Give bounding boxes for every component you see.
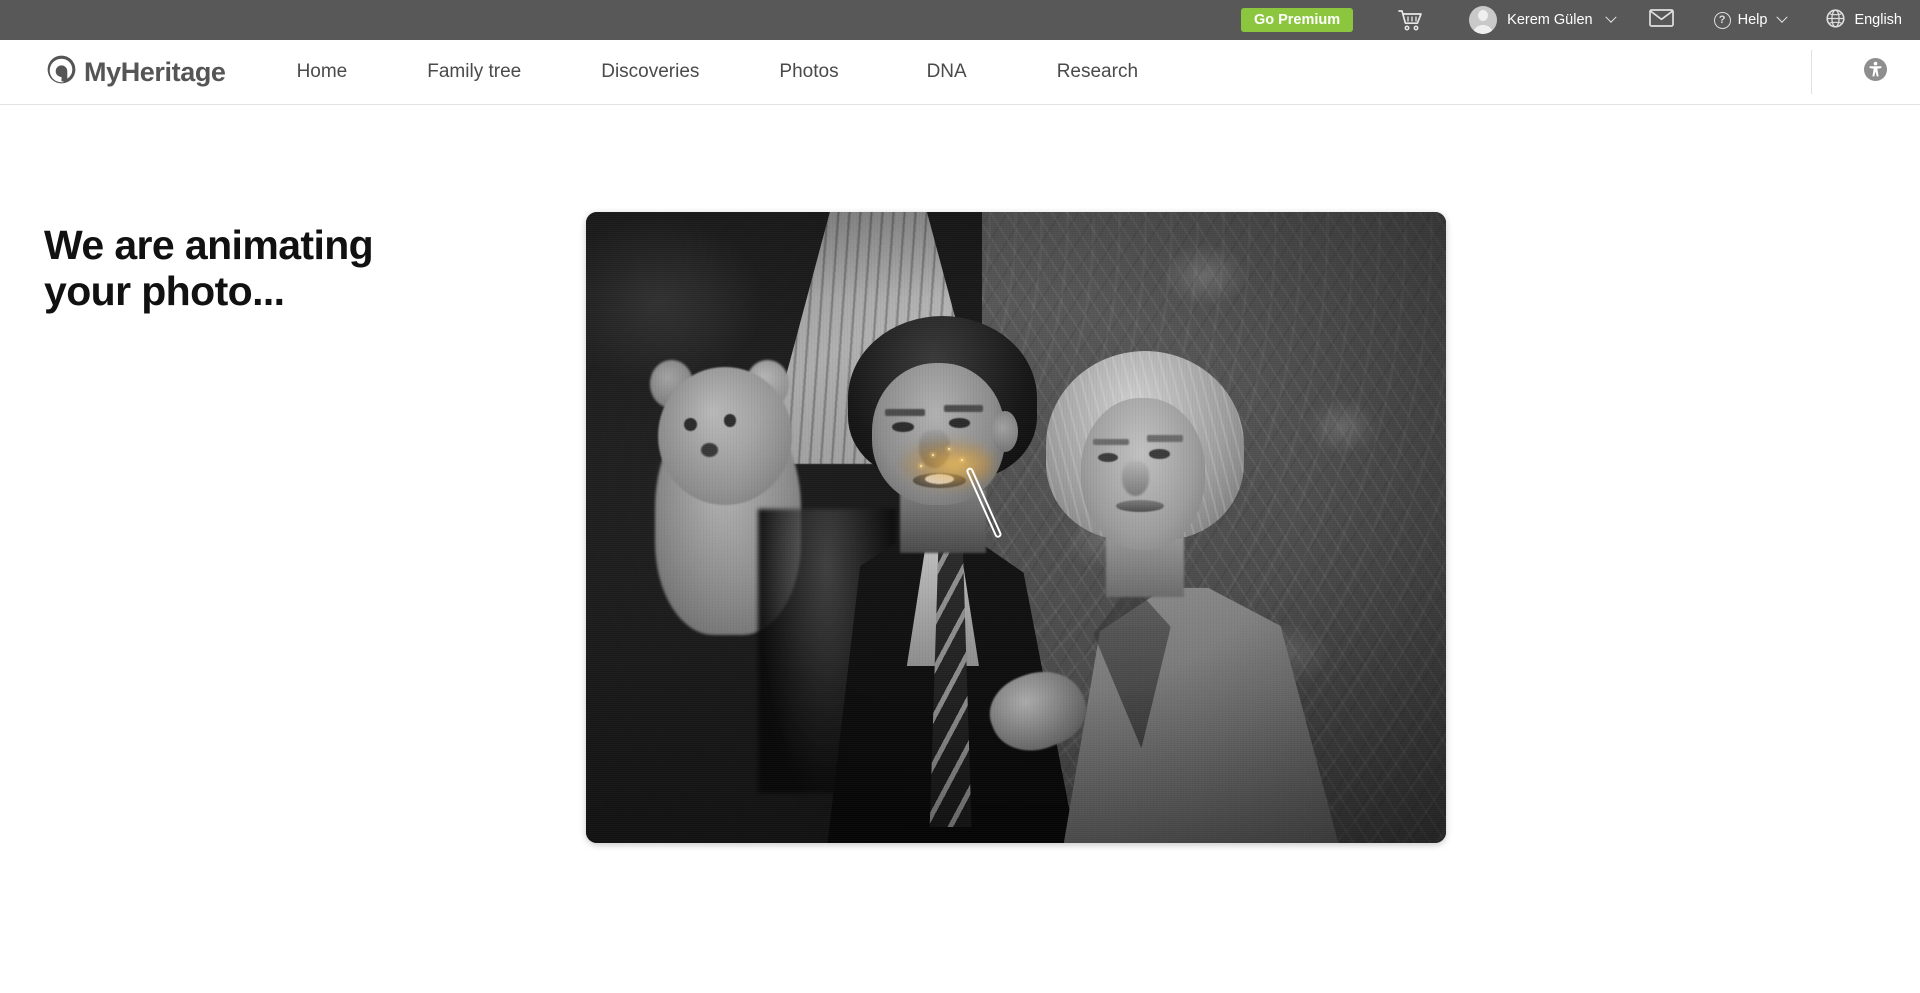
main-navigation-bar: MyHeritage Home Family tree Discoveries … [0, 40, 1920, 105]
woman-mouth [1115, 499, 1164, 512]
man-eyebrow-left [885, 408, 925, 416]
photo-image [586, 212, 1446, 843]
help-menu[interactable]: ? Help [1713, 0, 1789, 40]
user-name-label: Kerem Gülen [1507, 12, 1593, 28]
man-ear [991, 410, 1018, 452]
help-label: Help [1737, 12, 1768, 28]
nav-links: Home Family tree Discoveries Photos DNA … [287, 61, 1148, 83]
teddy-bear-eye-left [684, 417, 697, 431]
nav-item-photos[interactable]: Photos [769, 61, 848, 83]
man-mouth [912, 472, 967, 488]
woman-eyebrow-right [1146, 435, 1183, 442]
globe-icon [1826, 8, 1846, 32]
shopping-cart-icon [1397, 8, 1423, 32]
myheritage-logo[interactable]: MyHeritage [46, 54, 226, 90]
language-selector[interactable]: English [1826, 0, 1902, 40]
envelope-icon [1648, 9, 1674, 31]
avatar [1469, 6, 1498, 34]
woman-nose [1121, 460, 1150, 496]
question-mark-circle-icon: ? [1713, 11, 1731, 29]
chevron-down-icon [1604, 11, 1617, 23]
myheritage-swirl-icon [46, 54, 77, 90]
man-eye-left [892, 422, 914, 432]
go-premium-button[interactable]: Go Premium [1240, 8, 1354, 32]
animating-photo[interactable] [586, 212, 1446, 843]
woman-eye-right [1149, 449, 1170, 459]
nav-item-dna[interactable]: DNA [917, 61, 977, 83]
chevron-down-icon [1776, 11, 1789, 23]
page-title: We are animating your photo... [44, 222, 374, 314]
man-eyebrow-right [943, 405, 984, 413]
nav-right-group [1811, 40, 1920, 104]
woman-eyebrow-left [1092, 439, 1129, 446]
nav-divider [1811, 50, 1812, 94]
nav-item-home[interactable]: Home [287, 61, 358, 83]
page-content: We are animating your photo... [0, 105, 1920, 993]
accessibility-person-icon[interactable] [1864, 58, 1887, 86]
teddy-bear-head [658, 366, 792, 506]
man-eye-right [948, 418, 971, 428]
man-nose [918, 430, 950, 469]
messages-button[interactable] [1648, 0, 1674, 40]
user-menu[interactable]: Kerem Gülen [1469, 0, 1617, 40]
top-utility-bar: Go Premium Kerem Gülen ? Help English [0, 0, 1920, 40]
nav-item-research[interactable]: Research [1047, 61, 1148, 83]
nav-item-family-tree[interactable]: Family tree [417, 61, 531, 83]
logo-text: MyHeritage [84, 56, 226, 87]
shopping-cart-button[interactable] [1397, 0, 1423, 40]
nav-item-discoveries[interactable]: Discoveries [591, 61, 709, 83]
language-label: English [1854, 12, 1902, 28]
